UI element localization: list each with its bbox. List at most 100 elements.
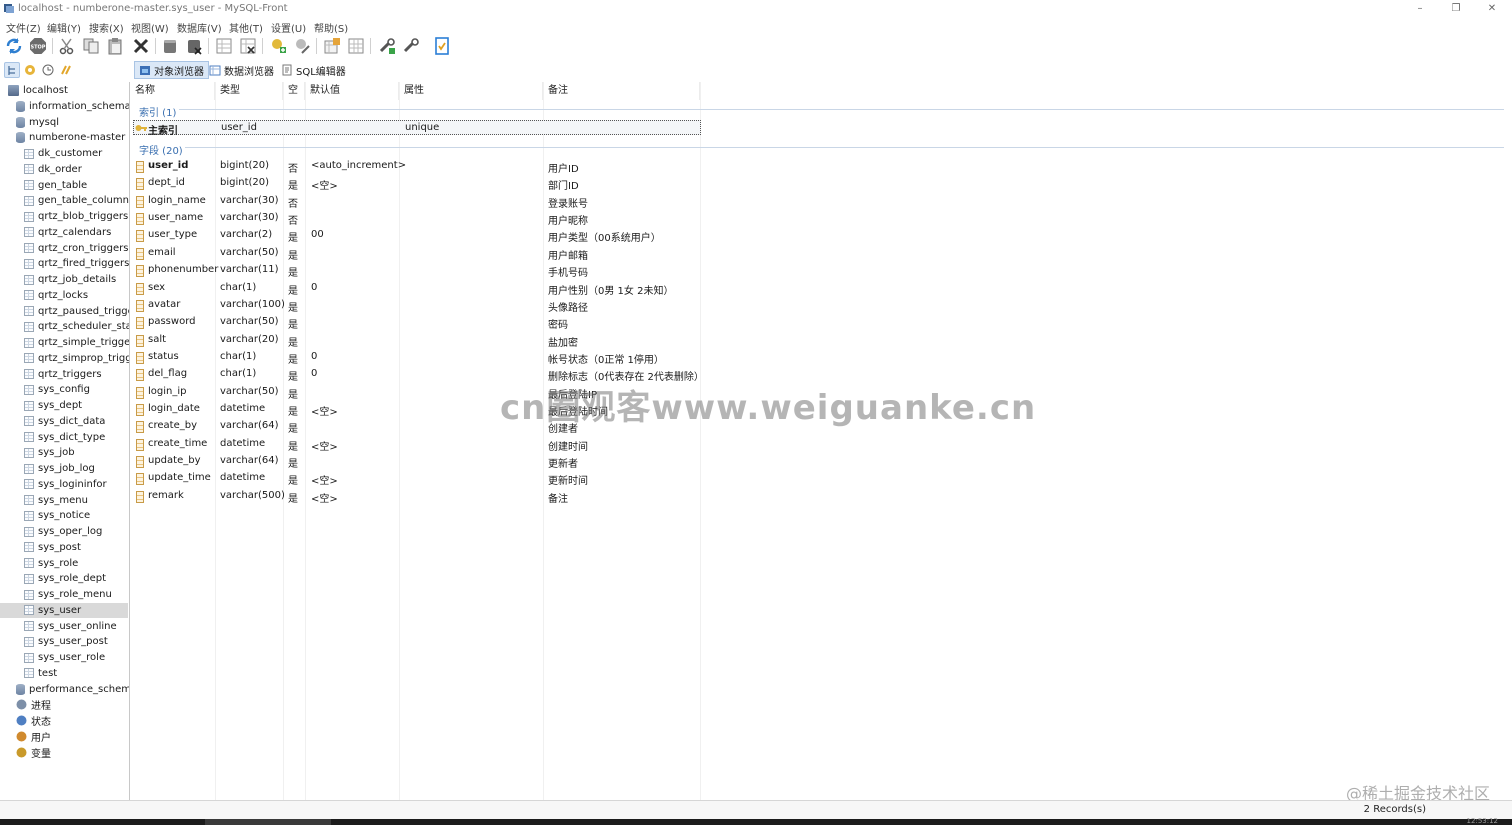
tree-table-test[interactable]: test — [0, 666, 128, 681]
menu-item[interactable]: 文件(Z) — [6, 20, 41, 35]
tree-table-sys-role-menu[interactable]: sys_role_menu — [0, 587, 128, 602]
tree-view-icon[interactable] — [4, 62, 20, 78]
cut-icon[interactable] — [57, 36, 77, 56]
tree-database[interactable]: mysql — [0, 115, 128, 130]
favorites-icon[interactable] — [22, 62, 38, 78]
tree-database[interactable]: performance_schema — [0, 682, 129, 697]
tree-table-sys-dict-data[interactable]: sys_dict_data — [0, 414, 128, 429]
tree-table-sys-job[interactable]: sys_job — [0, 445, 128, 460]
field-row[interactable]: user_name varchar(30) 否 用户昵称 — [131, 211, 700, 227]
tree-table-qrtz-fired-triggers[interactable]: qrtz_fired_triggers — [0, 256, 129, 271]
tree-table-sys-user-online[interactable]: sys_user_online — [0, 619, 128, 634]
copy-icon[interactable] — [81, 36, 101, 56]
menu-item[interactable]: 设置(U) — [271, 20, 306, 35]
tree-database-current[interactable]: numberone-master — [0, 130, 128, 145]
tab-data-browser[interactable]: 数据浏览器 — [205, 61, 278, 79]
field-row[interactable]: status char(1) 是 0 帐号状态（0正常 1停用） — [131, 350, 700, 366]
stop-icon[interactable]: STOP — [28, 36, 48, 56]
field-row[interactable]: user_id bigint(20) 否 <auto_increment> 用户ID — [131, 159, 700, 175]
tree-users[interactable]: 用户 — [0, 729, 128, 744]
column-header-name[interactable]: 名称 — [131, 82, 215, 100]
tree-table-qrtz-blob-triggers[interactable]: qrtz_blob_triggers — [0, 209, 128, 224]
menu-item[interactable]: 数据库(V) — [177, 20, 222, 35]
maximize-button[interactable]: ❐ — [1438, 1, 1474, 17]
tree-table-qrtz-paused-trigge[interactable]: qrtz_paused_trigge — [0, 304, 129, 319]
tree-table-sys-post[interactable]: sys_post — [0, 540, 128, 555]
tree-table-qrtz-job-details[interactable]: qrtz_job_details — [0, 272, 128, 287]
field-row[interactable]: dept_id bigint(20) 是 <空> 部门ID — [131, 176, 700, 192]
tree-host-localhost[interactable]: localhost — [0, 83, 128, 98]
tree-table-qrtz-locks[interactable]: qrtz_locks — [0, 288, 128, 303]
group-header-fields[interactable]: 字段 (20) — [139, 142, 183, 157]
tree-table-sys-role-dept[interactable]: sys_role_dept — [0, 571, 128, 586]
tree-table-dk-customer[interactable]: dk_customer — [0, 146, 128, 161]
close-button[interactable]: ✕ — [1474, 1, 1510, 17]
tree-table-sys-oper-log[interactable]: sys_oper_log — [0, 524, 128, 539]
tree-table-dk-order[interactable]: dk_order — [0, 162, 128, 177]
history-icon[interactable] — [40, 62, 56, 78]
column-header-default[interactable]: 默认值 — [306, 82, 399, 100]
field-row[interactable]: phonenumber varchar(11) 是 手机号码 — [131, 263, 700, 279]
tree-table-qrtz-triggers[interactable]: qrtz_triggers — [0, 367, 128, 382]
tree-table-sys-user-post[interactable]: sys_user_post — [0, 634, 128, 649]
group-header-indexes[interactable]: 索引 (1) — [139, 104, 176, 119]
tree-table-sys-config[interactable]: sys_config — [0, 382, 128, 397]
minimize-button[interactable]: – — [1402, 1, 1438, 17]
field-row[interactable]: avatar varchar(100) 是 头像路径 — [131, 298, 700, 314]
field-row[interactable]: update_by varchar(64) 是 更新者 — [131, 454, 700, 470]
tab-object-browser[interactable]: 对象浏览器 — [134, 61, 209, 79]
tree-table-sys-user[interactable]: sys_user — [0, 602, 128, 618]
database-drop-icon[interactable] — [184, 36, 204, 56]
export-icon[interactable] — [346, 36, 366, 56]
tree-variables[interactable]: 变量 — [0, 745, 128, 760]
tree-table-sys-user-role[interactable]: sys_user_role — [0, 650, 128, 665]
tree-table-sys-menu[interactable]: sys_menu — [0, 493, 128, 508]
menu-item[interactable]: 编辑(Y) — [47, 20, 81, 35]
field-row[interactable]: sex char(1) 是 0 用户性别（0男 1女 2未知） — [131, 281, 700, 297]
user-add-icon[interactable] — [268, 36, 288, 56]
field-row[interactable]: password varchar(50) 是 密码 — [131, 315, 700, 331]
tree-status[interactable]: 状态 — [0, 713, 128, 728]
tree-table-qrtz-calendars[interactable]: qrtz_calendars — [0, 225, 128, 240]
tree-process[interactable]: 进程 — [0, 697, 128, 712]
column-header-attribute[interactable]: 属性 — [400, 82, 543, 100]
field-row[interactable]: update_time datetime 是 <空> 更新时间 — [131, 471, 700, 487]
taskbar-app-button[interactable] — [205, 819, 331, 825]
table-drop-icon[interactable] — [238, 36, 258, 56]
menu-item[interactable]: 搜索(X) — [89, 20, 124, 35]
refresh-icon[interactable] — [4, 36, 24, 56]
checklist-icon[interactable] — [432, 36, 452, 56]
delete-icon[interactable] — [131, 36, 151, 56]
field-row[interactable]: remark varchar(500) 是 <空> 备注 — [131, 489, 700, 505]
tree-table-qrtz-scheduler-stat[interactable]: qrtz_scheduler_stat — [0, 319, 129, 334]
sql-history-icon[interactable] — [58, 62, 74, 78]
column-header-type[interactable]: 类型 — [216, 82, 283, 100]
tree-table-qrtz-simple-trigger[interactable]: qrtz_simple_trigger — [0, 335, 129, 350]
tree-table-sys-dict-type[interactable]: sys_dict_type — [0, 430, 128, 445]
tree-table-gen-table-column[interactable]: gen_table_column — [0, 193, 129, 208]
field-row[interactable]: create_time datetime 是 <空> 创建时间 — [131, 437, 700, 453]
column-header-comment[interactable]: 备注 — [544, 82, 700, 100]
tree-table-gen-table[interactable]: gen_table — [0, 178, 128, 193]
paste-icon[interactable] — [105, 36, 125, 56]
field-row[interactable]: login_name varchar(30) 否 登录账号 — [131, 194, 700, 210]
tree-table-qrtz-simprop-trigg[interactable]: qrtz_simprop_trigg — [0, 351, 129, 366]
link-add-icon[interactable] — [377, 36, 397, 56]
link-edit-icon[interactable] — [401, 36, 421, 56]
user-edit-icon[interactable] — [292, 36, 312, 56]
menu-item[interactable]: 其他(T) — [229, 20, 263, 35]
menu-item[interactable]: 帮助(S) — [314, 20, 348, 35]
tree-table-qrtz-cron-triggers[interactable]: qrtz_cron_triggers — [0, 241, 128, 256]
field-row[interactable]: user_type varchar(2) 是 00 用户类型（00系统用户） — [131, 228, 700, 244]
table-new-icon[interactable] — [214, 36, 234, 56]
database-new-icon[interactable] — [160, 36, 180, 56]
tree-table-sys-dept[interactable]: sys_dept — [0, 398, 128, 413]
tab-sql-editor[interactable]: SQL编辑器 — [277, 61, 350, 79]
field-row[interactable]: email varchar(50) 是 用户邮箱 — [131, 246, 700, 262]
tree-table-sys-job-log[interactable]: sys_job_log — [0, 461, 128, 476]
tree-table-sys-logininfor[interactable]: sys_logininfor — [0, 477, 128, 492]
import-icon[interactable] — [322, 36, 342, 56]
field-row[interactable]: salt varchar(20) 是 盐加密 — [131, 333, 700, 349]
index-row-primary[interactable]: 主索引 user_id unique — [133, 120, 701, 137]
tree-table-sys-notice[interactable]: sys_notice — [0, 508, 128, 523]
